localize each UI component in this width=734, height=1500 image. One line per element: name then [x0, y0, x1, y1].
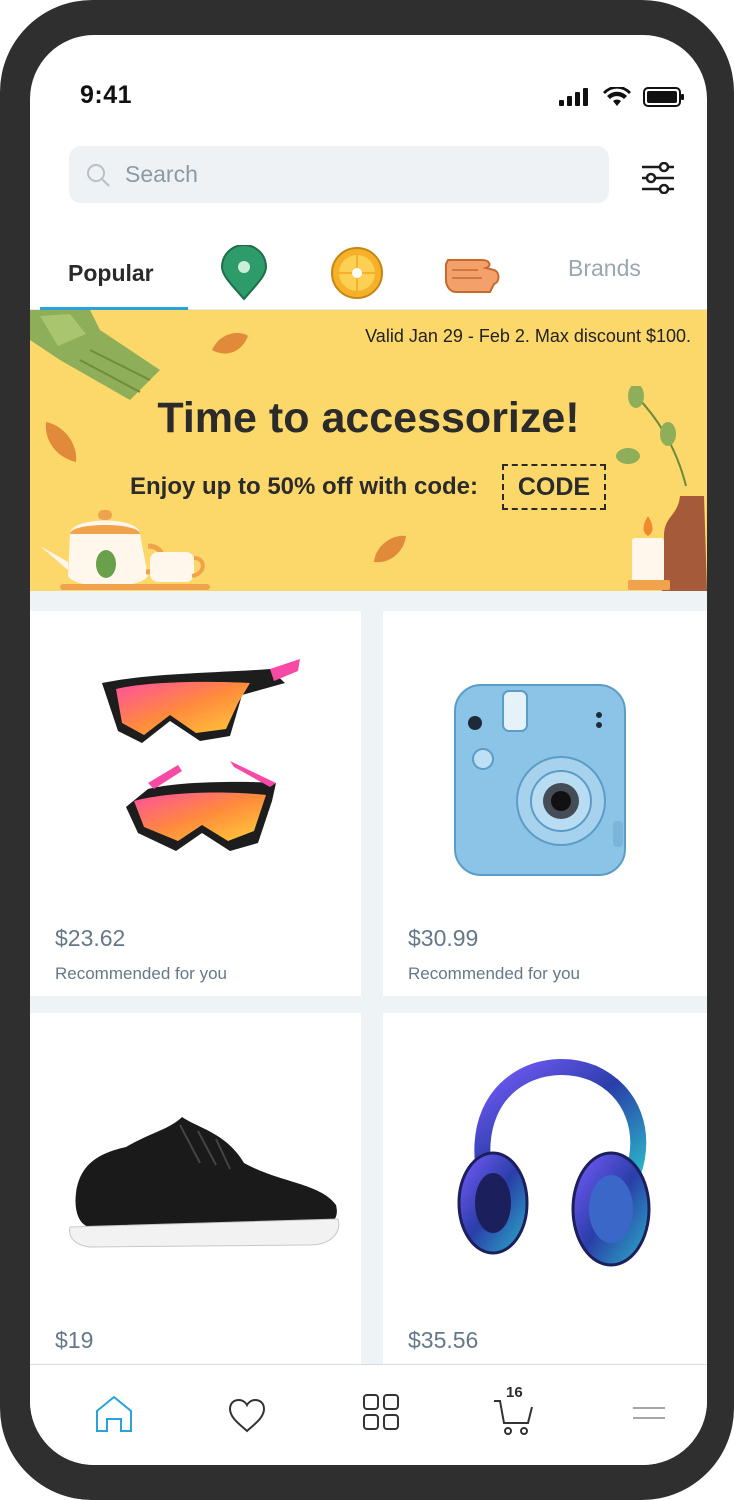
grid-icon[interactable] — [362, 1393, 400, 1431]
product-card[interactable]: $19 — [30, 1013, 361, 1366]
promo-title: Time to accessorize! — [157, 394, 580, 442]
product-price: $23.62 — [55, 925, 126, 951]
home-icon[interactable] — [94, 1393, 134, 1433]
product-price: $35.56 — [408, 1327, 479, 1353]
teapot-decoration-icon — [40, 510, 210, 590]
product-card[interactable]: $30.99 Recommended for you — [383, 611, 707, 996]
status-time: 9:41 — [80, 81, 133, 109]
tab-pointing-hand-icon[interactable] — [442, 251, 502, 297]
headphones-image — [457, 1059, 651, 1267]
product-price: $19 — [55, 1327, 94, 1353]
wifi-icon — [603, 87, 631, 106]
candle-decoration-icon — [628, 516, 670, 590]
tab-popular[interactable]: Popular — [40, 235, 188, 311]
product-price: $30.99 — [408, 925, 479, 951]
product-grid: $23.62 Recommended for you $30.99 Recomm… — [30, 591, 707, 1366]
product-card[interactable]: $35.56 — [383, 1013, 707, 1366]
cart-icon[interactable] — [492, 1399, 536, 1435]
promo-code[interactable]: CODE — [502, 464, 606, 510]
heart-icon[interactable] — [228, 1399, 266, 1433]
filter-icon[interactable] — [640, 162, 676, 194]
promo-subtitle: Enjoy up to 50% off with code: — [130, 473, 478, 500]
menu-icon[interactable] — [632, 1405, 666, 1421]
product-note: Recommended for you — [55, 964, 227, 983]
tab-location-pin-icon[interactable] — [220, 245, 268, 301]
bottom-nav: 16 — [30, 1364, 707, 1465]
search-placeholder: Search — [125, 161, 198, 187]
tab-brands[interactable]: Brands — [568, 235, 678, 309]
app-screen: 9:41 Search Popular Brands Valid Jan 29 … — [30, 35, 707, 1465]
product-card[interactable]: $23.62 Recommended for you — [30, 611, 361, 996]
signal-icon — [559, 88, 588, 106]
instant-camera-image — [454, 684, 626, 876]
leaf-decoration-icon — [374, 535, 406, 563]
leaf-decoration-icon — [212, 332, 248, 354]
battery-icon — [643, 87, 684, 107]
tab-brands-label: Brands — [568, 255, 641, 281]
search-icon — [87, 164, 110, 187]
status-icons — [559, 87, 685, 107]
promo-banner[interactable]: Valid Jan 29 - Feb 2. Max discount $100.… — [30, 310, 707, 591]
tab-popular-label: Popular — [68, 260, 154, 286]
tab-citrus-icon[interactable] — [330, 245, 384, 301]
category-tabs: Popular Brands — [30, 235, 707, 311]
sunglasses-image — [102, 659, 300, 851]
scarf-decoration-icon — [30, 310, 160, 400]
promo-valid-dates: Valid Jan 29 - Feb 2. Max discount $100. — [365, 326, 691, 346]
product-note: Recommended for you — [408, 964, 580, 983]
sneaker-image — [69, 1117, 340, 1248]
search-input[interactable]: Search — [69, 146, 609, 203]
cart-count-badge: 16 — [506, 1384, 523, 1401]
